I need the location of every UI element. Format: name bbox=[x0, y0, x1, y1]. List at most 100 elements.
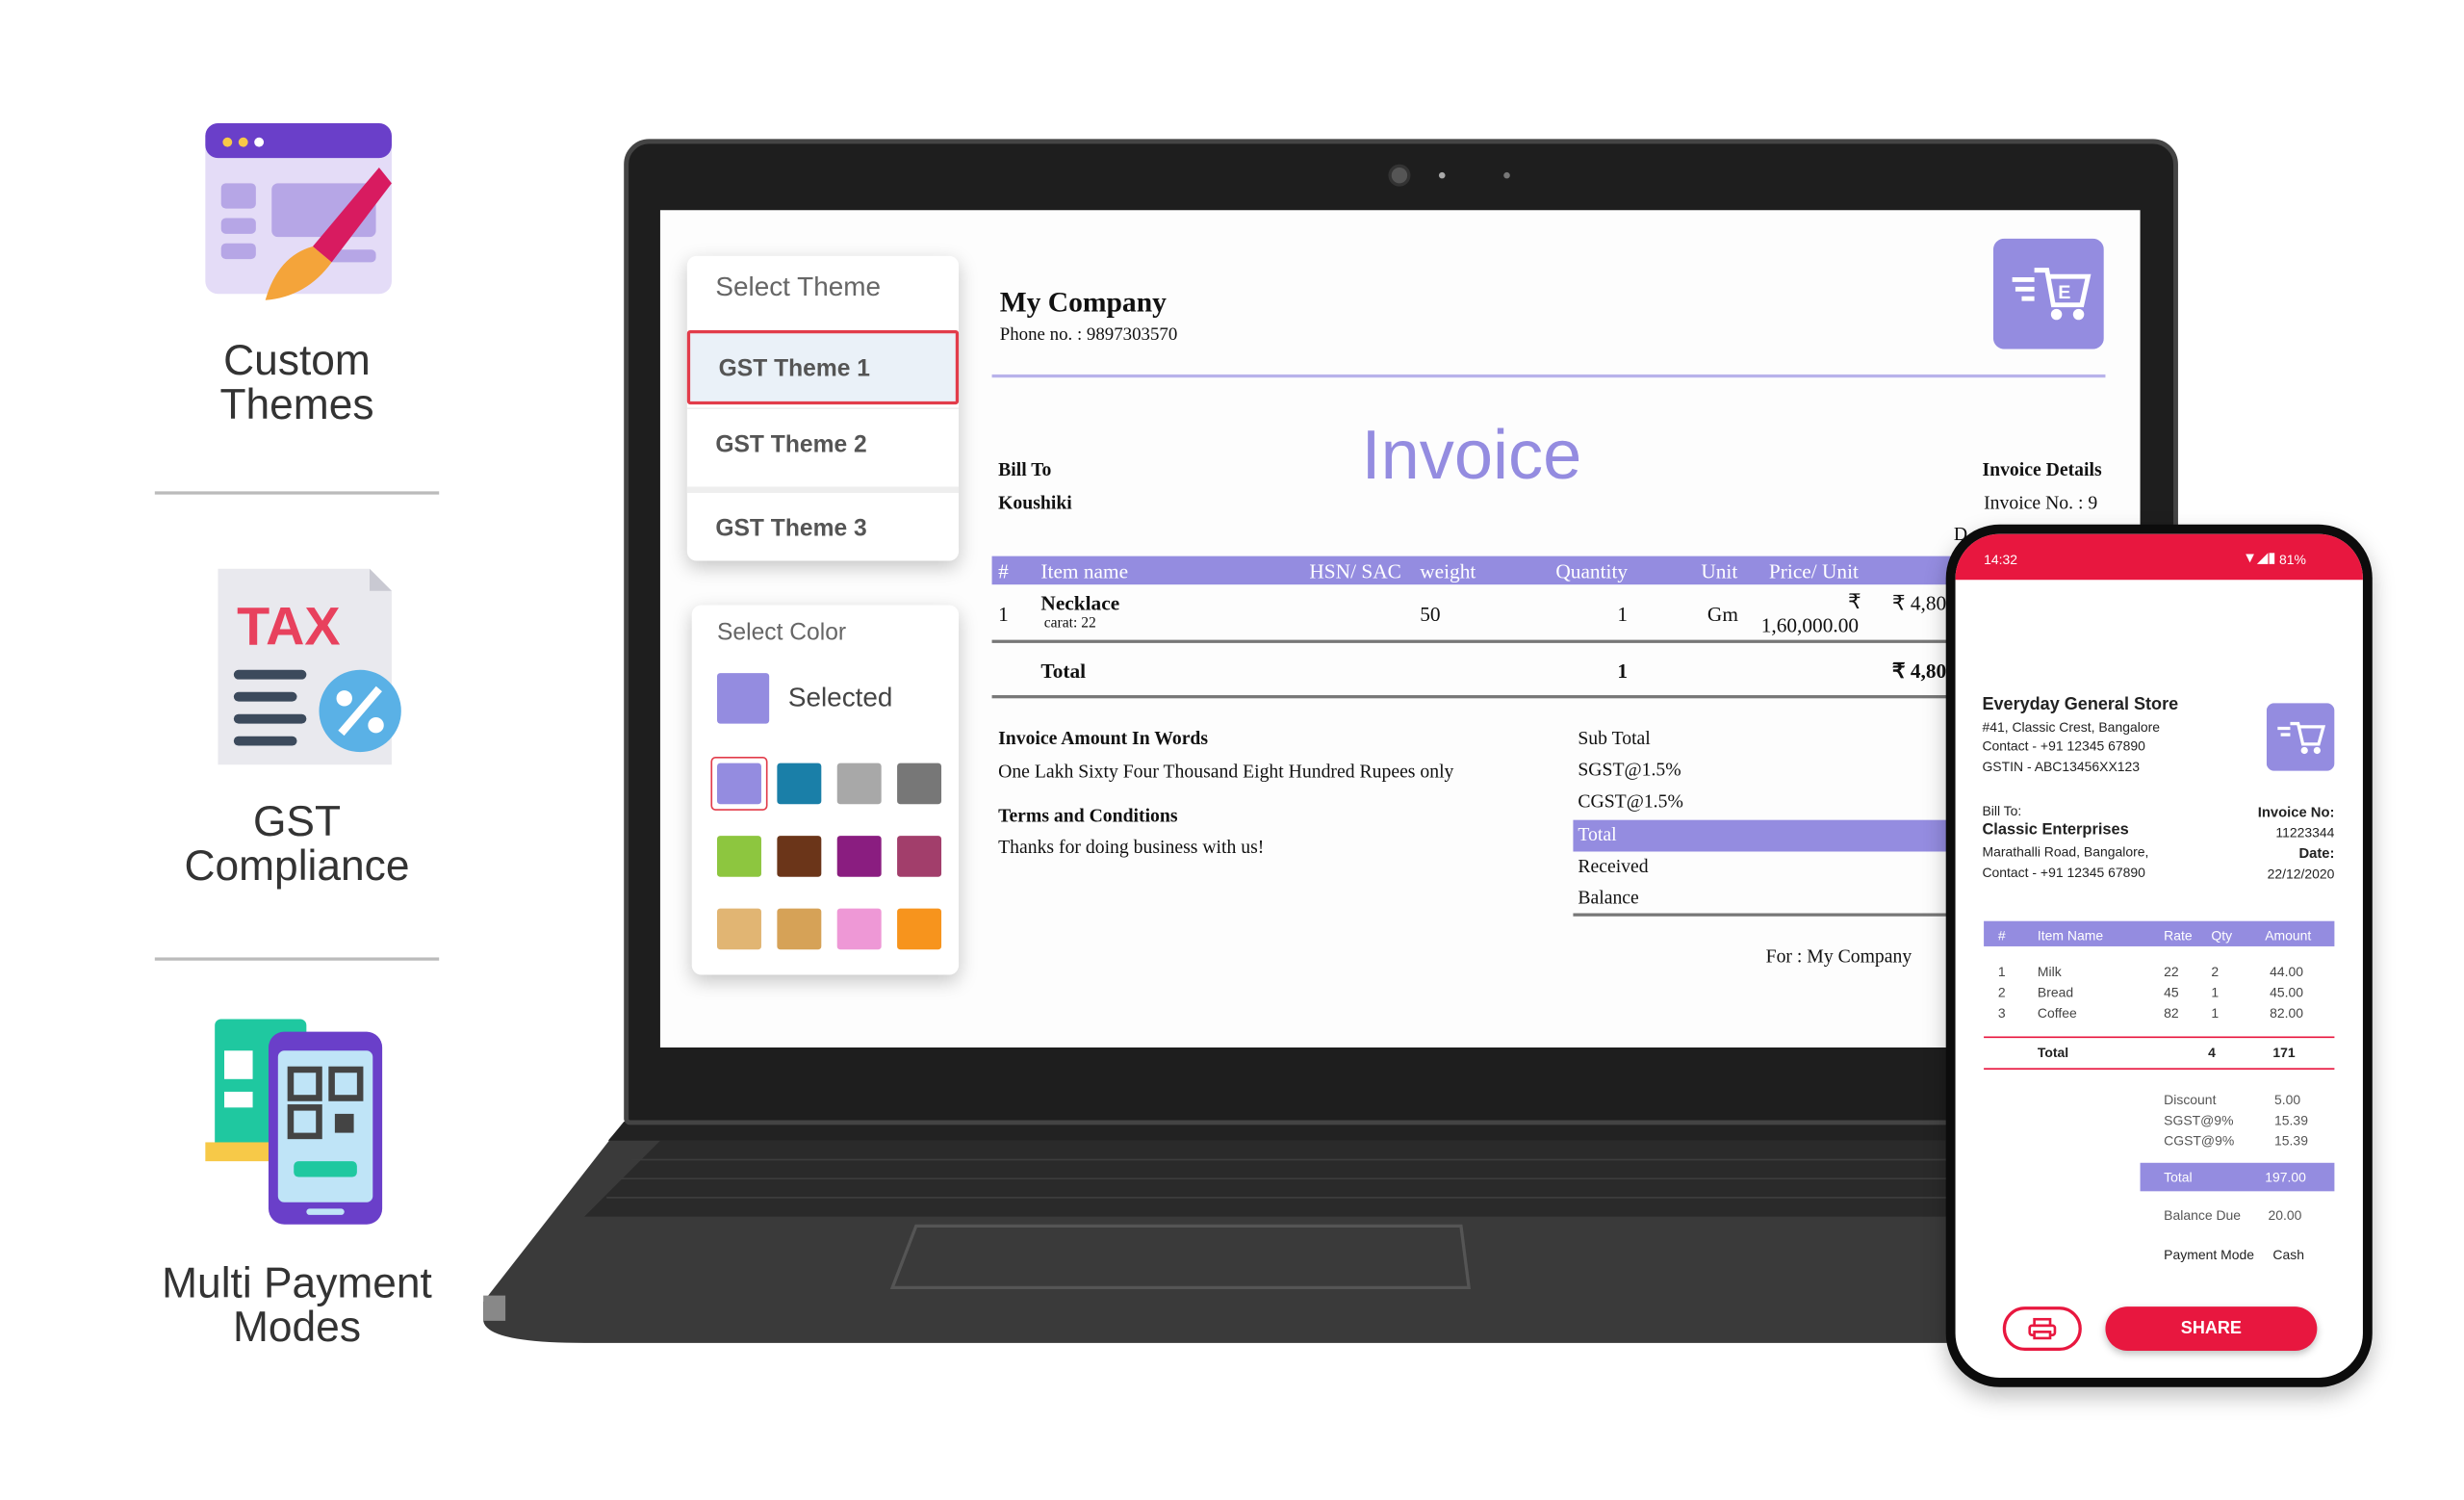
color-swatch[interactable] bbox=[777, 836, 822, 877]
table-cell: Coffee bbox=[2037, 1004, 2077, 1022]
header-divider bbox=[991, 374, 2106, 377]
svg-text:TAX: TAX bbox=[237, 596, 340, 657]
item-detail: carat: 22 bbox=[1043, 615, 1096, 633]
store-address: #41, Classic Crest, Bangalore bbox=[1982, 718, 2160, 736]
table-cell: 2 bbox=[2211, 964, 2220, 980]
color-swatch[interactable] bbox=[777, 763, 822, 805]
column-header: Amount bbox=[2265, 927, 2312, 944]
theme-option-3[interactable]: GST Theme 3 bbox=[686, 486, 960, 560]
qr-phone-payment-icon bbox=[205, 1019, 383, 1225]
company-name: My Company bbox=[999, 286, 1167, 318]
table-cell: Bread bbox=[2037, 984, 2074, 1000]
summary-label: Received bbox=[1578, 854, 1649, 877]
status-time: 14:32 bbox=[1984, 551, 2018, 568]
row-number: 1 bbox=[998, 602, 1009, 626]
theme-panel-title: Select Theme bbox=[715, 272, 881, 302]
paint-brush-theme-icon bbox=[205, 122, 392, 300]
column-header: Unit bbox=[1701, 558, 1738, 583]
table-cell: 22 bbox=[2164, 964, 2179, 980]
color-swatch[interactable] bbox=[897, 908, 942, 950]
company-phone: Phone no. : 9897303570 bbox=[999, 325, 1178, 345]
feature-label-line: Themes bbox=[219, 380, 374, 428]
feature-label-line: Custom bbox=[223, 336, 371, 384]
table-cell: 44.00 bbox=[2270, 964, 2304, 980]
tax-document-percent-icon: TAX bbox=[218, 568, 401, 765]
column-header: Price/ Unit bbox=[1768, 558, 1859, 583]
total-quantity: 4 bbox=[2208, 1044, 2216, 1061]
item-quantity: 1 bbox=[1617, 602, 1629, 626]
selected-color-preview bbox=[717, 673, 770, 724]
feature-label-line: GST bbox=[252, 797, 342, 845]
share-button[interactable]: SHARE bbox=[2105, 1306, 2318, 1352]
selected-color-label: Selected bbox=[787, 682, 893, 713]
total-label: Total bbox=[1040, 659, 1087, 683]
table-cell: 82.00 bbox=[2270, 1004, 2304, 1022]
color-swatch[interactable] bbox=[897, 763, 942, 805]
column-header: Quantity bbox=[1555, 558, 1629, 583]
theme-panel: Select Theme GST Theme 1 GST Theme 2 GST… bbox=[686, 255, 960, 561]
customer-address: Marathalli Road, Bangalore, bbox=[1982, 843, 2149, 860]
summary-label: Sub Total bbox=[1578, 726, 1651, 749]
summary-value: 15.39 bbox=[2274, 1132, 2308, 1150]
item-name: Necklace bbox=[1040, 590, 1120, 615]
currency-symbol: ₹ bbox=[1847, 589, 1861, 613]
feature-gst-compliance: GST Compliance bbox=[108, 799, 487, 888]
bill-to-label: Bill To: bbox=[1982, 802, 2022, 819]
table-cell: 1 bbox=[2211, 984, 2220, 1000]
feature-label-line: Compliance bbox=[184, 841, 410, 890]
balance-due-label: Balance Due bbox=[2164, 1206, 2242, 1224]
theme-option-label: GST Theme 2 bbox=[715, 430, 867, 458]
svg-text:E: E bbox=[2058, 282, 2070, 303]
terms-label: Terms and Conditions bbox=[998, 804, 1178, 827]
total-divider bbox=[991, 695, 2098, 698]
item-price: 1,60,000.00 bbox=[1760, 612, 1860, 637]
table-cell: 45 bbox=[2164, 984, 2179, 1000]
column-header: # bbox=[1997, 927, 2006, 944]
total-amount: ₹ 4,80 bbox=[1891, 659, 1947, 683]
invoice-number: Invoice No. : 9 bbox=[1984, 491, 2098, 514]
theme-option-label: GST Theme 1 bbox=[718, 355, 870, 383]
payment-mode-value: Cash bbox=[2272, 1246, 2304, 1263]
color-panel-title: Select Color bbox=[717, 619, 847, 647]
feature-multi-payment: Multi Payment Modes bbox=[108, 1261, 487, 1350]
summary-label: SGST@9% bbox=[2164, 1112, 2234, 1128]
amount-in-words: One Lakh Sixty Four Thousand Eight Hundr… bbox=[998, 760, 1454, 783]
color-swatch[interactable] bbox=[836, 908, 882, 950]
store-contact: Contact - +91 12345 67890 bbox=[1982, 737, 2145, 754]
store-name: Everyday General Store bbox=[1982, 695, 2179, 714]
color-swatch[interactable] bbox=[717, 908, 761, 950]
print-button[interactable] bbox=[2002, 1306, 2082, 1352]
share-button-label: SHARE bbox=[2180, 1319, 2242, 1338]
color-swatch[interactable] bbox=[836, 836, 882, 877]
signature-line: For : My Company bbox=[1765, 944, 1912, 968]
divider bbox=[1984, 1068, 2335, 1070]
color-swatch[interactable] bbox=[897, 836, 942, 877]
color-panel: Select Color Selected bbox=[691, 605, 960, 975]
summary-label: CGST@1.5% bbox=[1578, 789, 1683, 813]
theme-option-label: GST Theme 3 bbox=[715, 514, 867, 542]
grand-total-label: Total bbox=[2164, 1169, 2193, 1185]
laptop-keyboard-base bbox=[483, 1122, 2177, 1343]
table-cell: 2 bbox=[1997, 984, 2006, 1000]
indicator-light bbox=[1503, 171, 1510, 179]
printer-icon bbox=[2028, 1317, 2057, 1340]
item-unit: Gm bbox=[1707, 602, 1738, 626]
table-cell: 1 bbox=[2211, 1004, 2220, 1022]
stage: Custom Themes TAX GST Compliance Multi P… bbox=[0, 0, 2464, 1499]
invoice-title: Invoice bbox=[1361, 417, 1582, 495]
divider bbox=[154, 957, 440, 961]
terms-text: Thanks for doing business with us! bbox=[998, 836, 1265, 859]
color-swatch[interactable] bbox=[717, 836, 761, 877]
color-swatch[interactable] bbox=[836, 763, 882, 805]
color-swatch[interactable] bbox=[717, 763, 761, 805]
theme-option-2[interactable]: GST Theme 2 bbox=[686, 407, 960, 481]
item-weight: 50 bbox=[1420, 602, 1441, 626]
color-swatch[interactable] bbox=[777, 908, 822, 950]
column-header: Rate bbox=[2164, 927, 2193, 944]
table-cell: 3 bbox=[1997, 1004, 2006, 1022]
bill-to-name: Koushiki bbox=[998, 491, 1072, 514]
theme-option-1[interactable]: GST Theme 1 bbox=[686, 329, 960, 405]
column-header: # bbox=[998, 558, 1009, 583]
feature-label-line: Modes bbox=[232, 1303, 361, 1352]
total-label: Total bbox=[2037, 1044, 2069, 1061]
